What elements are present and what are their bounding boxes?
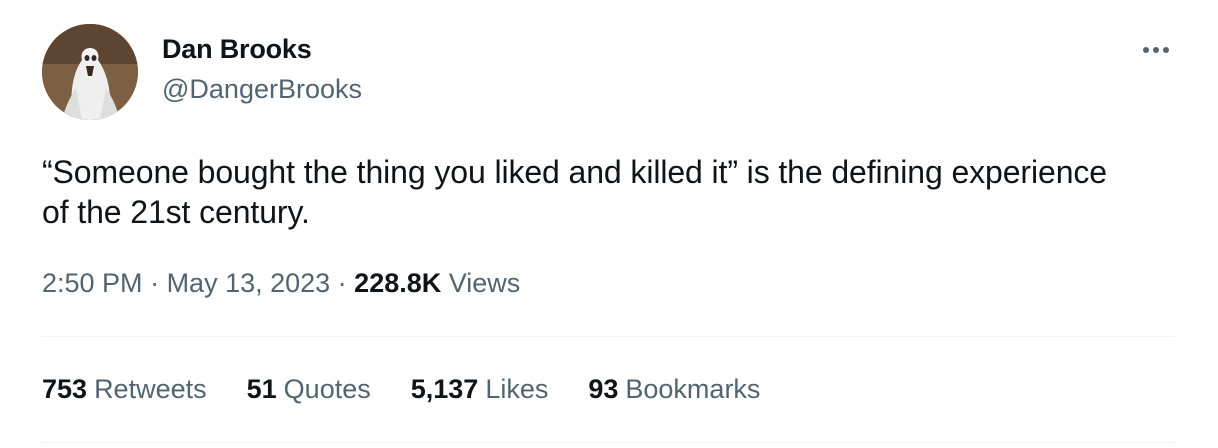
likes-count: 5,137 xyxy=(410,374,479,404)
tweet-stats: 753 Retweets 51 Quotes 5,137 Likes 93 Bookma… xyxy=(42,374,800,405)
quotes-label: Quotes xyxy=(283,374,371,404)
tweet-meta: 2:50 PM · May 13, 2023 · 228.8K Views xyxy=(42,268,520,299)
author-handle[interactable]: @DangerBrooks xyxy=(162,74,362,105)
likes-label: Likes xyxy=(485,374,549,404)
views-count: 228.8K xyxy=(354,268,442,298)
bookmarks-stat[interactable]: 93 Bookmarks xyxy=(588,374,760,405)
author-display-name[interactable]: Dan Brooks xyxy=(162,34,312,65)
meta-separator: · xyxy=(142,268,167,298)
tweet-text: “Someone bought the thing you liked and … xyxy=(42,154,1107,230)
tweet-time[interactable]: 2:50 PM xyxy=(42,268,143,298)
retweets-count: 753 xyxy=(42,374,88,404)
quotes-count: 51 xyxy=(246,374,277,404)
ghost-costume-avatar-icon xyxy=(42,24,138,120)
likes-stat[interactable]: 5,137 Likes xyxy=(411,374,549,405)
more-options-button[interactable] xyxy=(1136,34,1176,66)
avatar[interactable] xyxy=(42,24,138,120)
bookmarks-count: 93 xyxy=(588,374,619,404)
bookmarks-label: Bookmarks xyxy=(625,374,761,404)
retweets-label: Retweets xyxy=(94,374,207,404)
divider-bottom xyxy=(42,442,1174,443)
meta-separator: · xyxy=(330,268,355,298)
tweet-date[interactable]: May 13, 2023 xyxy=(167,268,331,298)
quotes-stat[interactable]: 51 Quotes xyxy=(247,374,371,405)
views-label: Views xyxy=(448,268,521,298)
retweets-stat[interactable]: 753 Retweets xyxy=(42,374,207,405)
more-horizontal-icon xyxy=(1143,47,1169,53)
divider-top xyxy=(42,336,1174,337)
